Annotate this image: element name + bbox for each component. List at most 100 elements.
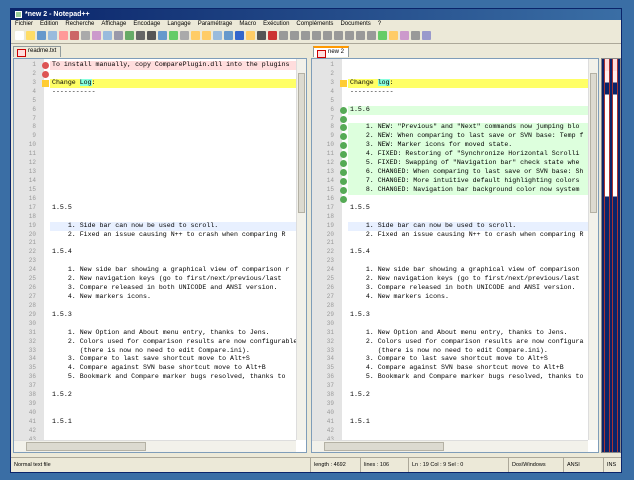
toolbar-button-icon[interactable] — [15, 31, 24, 40]
menu-item[interactable]: Paramétrage — [198, 21, 233, 28]
toolbar-button-icon[interactable] — [345, 31, 354, 40]
compare-navigation-bar[interactable] — [601, 58, 621, 453]
toolbar-button-icon[interactable] — [81, 31, 90, 40]
menu-item[interactable]: Macro — [239, 21, 256, 28]
line-number: 28 — [326, 301, 334, 309]
toolbar-button-icon[interactable] — [213, 31, 222, 40]
line-number: 21 — [326, 239, 334, 247]
right-editor[interactable]: 1 2 3 Change log: 4 ----------- 5 6 1.5.6 7 8 1. N… — [311, 58, 599, 453]
line-number: 31 — [326, 328, 334, 336]
toolbar-button-icon[interactable] — [114, 31, 123, 40]
editor-line: 26 3. Compare released in both UNICODE a… — [14, 284, 296, 293]
toolbar-button-icon[interactable] — [59, 31, 68, 40]
vertical-scrollbar[interactable] — [588, 59, 598, 440]
line-text: 1.5.1 — [350, 417, 370, 425]
menu-item[interactable]: Compléments — [296, 21, 333, 28]
line-number: 38 — [28, 391, 36, 399]
toolbar-button-icon[interactable] — [323, 31, 332, 40]
menu-item[interactable]: Edition — [40, 21, 58, 28]
toolbar-button-icon[interactable] — [257, 31, 266, 40]
menu-item[interactable]: Encodage — [133, 21, 160, 28]
line-number: 11 — [326, 150, 334, 158]
horizontal-scrollbar[interactable] — [312, 440, 588, 452]
editor-line: 17 1.5.5 — [14, 204, 296, 213]
toolbar-button-icon[interactable] — [92, 31, 101, 40]
horizontal-scrollbar[interactable] — [14, 440, 296, 452]
toolbar-button-icon[interactable] — [246, 31, 255, 40]
menu-item[interactable]: Exécution — [263, 21, 289, 28]
editor-line: 9 2. NEW: When comparing to last save or… — [312, 132, 588, 142]
toolbar-button-icon[interactable] — [279, 31, 288, 40]
editor-line: 4 ----------- — [14, 88, 296, 97]
toolbar-button-icon[interactable] — [48, 31, 57, 40]
tab-readme[interactable]: readme.txt — [13, 46, 62, 57]
toolbar-button-icon[interactable] — [268, 31, 277, 40]
menu-item[interactable]: ? — [378, 21, 381, 28]
menu-item[interactable]: Affichage — [101, 21, 126, 28]
added-marker-icon — [340, 133, 347, 141]
line-text: 2. New navigation keys (go to first/next… — [52, 275, 282, 283]
toolbar-button-icon[interactable] — [147, 31, 156, 40]
editor-line: 24 1. New side bar showing a graphical v… — [14, 266, 296, 275]
toolbar-button-icon[interactable] — [400, 31, 409, 40]
line-text: 1.5.1 — [52, 417, 72, 425]
line-text: 1.5.2 — [350, 391, 370, 399]
toolbar-button-icon[interactable] — [334, 31, 343, 40]
toolbar-button-icon[interactable] — [169, 31, 178, 40]
line-text: 4. FIXED: Restoring of "Synchronize Hori… — [348, 150, 588, 160]
menu-item[interactable]: Recherche — [65, 21, 94, 28]
menu-item[interactable]: Fichier — [15, 21, 33, 28]
toolbar-button-icon[interactable] — [191, 31, 200, 40]
menu-item[interactable]: Langage — [167, 21, 190, 28]
toolbar-button-icon[interactable] — [136, 31, 145, 40]
toolbar-button-icon[interactable] — [37, 31, 46, 40]
editor-line: 38 1.5.2 — [14, 391, 296, 400]
toolbar-button-icon[interactable] — [158, 31, 167, 40]
toolbar-button-icon[interactable] — [26, 31, 35, 40]
toolbar-button-icon[interactable] — [235, 31, 244, 40]
editor-line: 25 2. New navigation keys (go to first/n… — [312, 275, 588, 284]
toolbar-button-icon[interactable] — [103, 31, 112, 40]
editor-line: 33 (there is now no need to edit Compare… — [312, 347, 588, 356]
editor-line: 36 5. Bookmark and Compare marker bugs r… — [14, 373, 296, 382]
editor-line: 15 8. CHANGED: Navigation bar background… — [312, 185, 588, 195]
toolbar-button-icon[interactable] — [312, 31, 321, 40]
editor-line: 35 4. Compare against SVN base shortcut … — [312, 364, 588, 373]
line-text: 1. New side bar showing a graphical view… — [350, 266, 580, 274]
toolbar-button-icon[interactable] — [356, 31, 365, 40]
toolbar-button-icon[interactable] — [224, 31, 233, 40]
toolbar-button-icon[interactable] — [389, 31, 398, 40]
editor-line: 42 — [14, 427, 296, 436]
line-text: 2. Colors used for comparison results ar… — [52, 337, 296, 345]
toolbar-button-icon[interactable] — [202, 31, 211, 40]
line-text: 2. New navigation keys (go to first/next… — [350, 275, 580, 283]
line-number: 26 — [326, 284, 334, 292]
toolbar-button-icon[interactable] — [70, 31, 79, 40]
toolbar-button-icon[interactable] — [422, 31, 431, 40]
editor-line: 40 — [312, 409, 588, 418]
toolbar-button-icon[interactable] — [301, 31, 310, 40]
toolbar-button-icon[interactable] — [367, 31, 376, 40]
toolbar-button-icon[interactable] — [411, 31, 420, 40]
left-editor[interactable]: 1 To install manually, copy ComparePlugin… — [13, 58, 307, 453]
added-marker-icon — [340, 151, 347, 159]
tab-new-2[interactable]: new 2 — [313, 46, 350, 58]
toolbar-button-icon[interactable] — [378, 31, 387, 40]
line-number: 24 — [326, 266, 334, 274]
line-number: 19 — [28, 221, 36, 229]
toolbar-button-icon[interactable] — [180, 31, 189, 40]
editor-line: 36 5. Bookmark and Compare marker bugs r… — [312, 373, 588, 382]
added-marker-icon — [340, 195, 347, 203]
line-number: 15 — [28, 185, 36, 193]
editor-line: 8 — [14, 123, 296, 132]
toolbar-button-icon[interactable] — [290, 31, 299, 40]
line-number: 16 — [28, 194, 36, 202]
added-marker-icon — [340, 115, 347, 123]
editor-line: 1 To install manually, copy ComparePlugin… — [14, 61, 296, 70]
editor-line: 41 1.5.1 — [14, 418, 296, 427]
toolbar-button-icon[interactable] — [125, 31, 134, 40]
line-number: 34 — [28, 355, 36, 363]
menu-item[interactable]: Documents — [340, 21, 370, 28]
line-number: 7 — [330, 114, 334, 122]
vertical-scrollbar[interactable] — [296, 59, 306, 440]
